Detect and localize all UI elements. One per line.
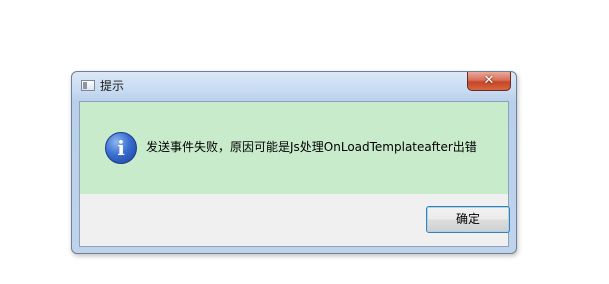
app-window-icon [81, 80, 95, 91]
dialog-client-area: i 发送事件失败，原因可能是Js处理OnLoadTemplateafter出错 … [79, 101, 510, 247]
dialog-title: 提示 [100, 79, 125, 93]
error-message: 发送事件失败，原因可能是Js处理OnLoadTemplateafter出错 [146, 140, 477, 154]
close-icon: ✕ [483, 73, 495, 88]
title-bar[interactable]: 提示 ✕ [72, 72, 516, 100]
ok-button[interactable]: 确定 [426, 206, 510, 233]
message-dialog: 提示 ✕ i 发送事件失败，原因可能是Js处理OnLoadTemplateaft… [71, 71, 517, 254]
close-button[interactable]: ✕ [467, 72, 511, 91]
info-icon: i [105, 132, 137, 164]
message-area: i 发送事件失败，原因可能是Js处理OnLoadTemplateafter出错 [80, 102, 508, 194]
